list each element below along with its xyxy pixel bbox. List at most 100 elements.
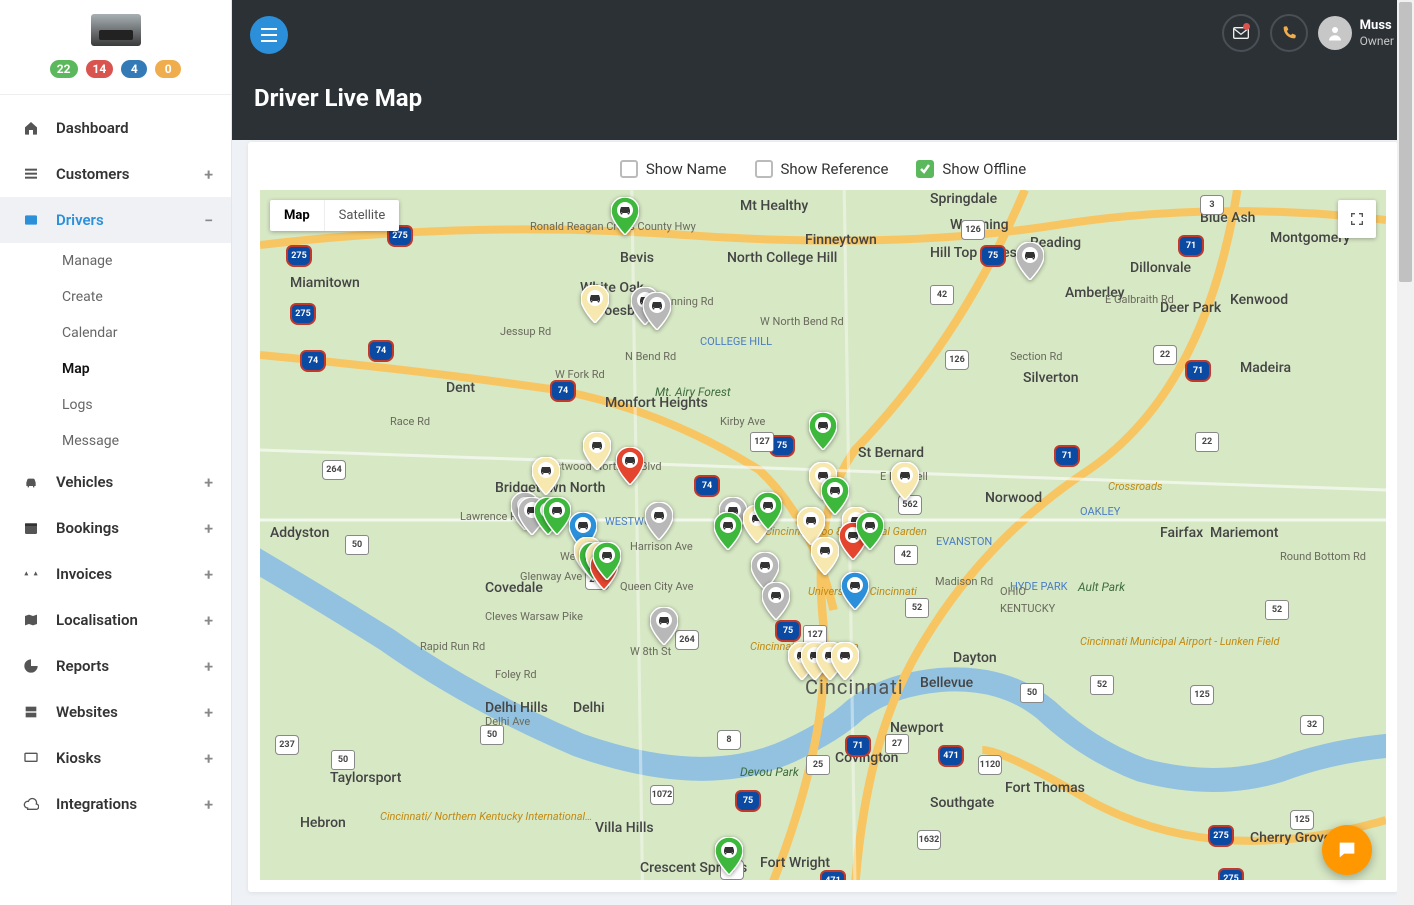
plus-icon: + (204, 795, 213, 814)
topbar: Muss Owner Driver Live Map (232, 0, 1414, 140)
nav-drivers-label: Drivers (56, 211, 104, 229)
nav-vehicles-label: Vehicles (56, 473, 113, 491)
chat-fab-button[interactable] (1322, 825, 1372, 875)
map-icon (20, 612, 42, 628)
driver-pin[interactable] (831, 642, 859, 680)
nav-integrations[interactable]: Integrations + (0, 781, 231, 827)
driver-pin[interactable] (650, 607, 678, 645)
checkbox-icon (755, 160, 773, 178)
sidebar-logo-wrap (0, 0, 231, 58)
map-type-toggle: Map Satellite (270, 200, 399, 231)
map-filter-row: Show Name Show Reference Show Offline (260, 160, 1386, 178)
user-name: Muss (1360, 18, 1394, 34)
driver-pin[interactable] (645, 502, 673, 540)
driver-pin[interactable] (811, 537, 839, 575)
nav-websites-label: Websites (56, 703, 118, 721)
driver-pin[interactable] (714, 512, 742, 550)
nav-invoices[interactable]: Invoices + (0, 551, 231, 597)
driver-pin[interactable] (532, 457, 560, 495)
status-badge-row: 22 14 4 0 (0, 58, 231, 95)
badge-pending[interactable]: 0 (155, 60, 181, 78)
driver-pin[interactable] (616, 447, 644, 485)
show-offline-checkbox[interactable]: Show Offline (916, 160, 1026, 178)
home-icon (20, 120, 42, 136)
nav-websites[interactable]: Websites + (0, 689, 231, 735)
messages-button[interactable] (1222, 14, 1260, 52)
show-name-label: Show Name (646, 160, 727, 178)
plus-icon: + (204, 473, 213, 492)
show-reference-checkbox[interactable]: Show Reference (755, 160, 889, 178)
nav-vehicles[interactable]: Vehicles + (0, 459, 231, 505)
nav-drivers-map[interactable]: Map (0, 351, 231, 387)
plus-icon: + (204, 703, 213, 722)
notification-dot-icon (1243, 23, 1250, 30)
show-name-checkbox[interactable]: Show Name (620, 160, 727, 178)
nav-drivers-logs[interactable]: Logs (0, 387, 231, 423)
nav-drivers-manage[interactable]: Manage (0, 243, 231, 279)
badge-busy[interactable]: 14 (86, 60, 114, 78)
driver-pin[interactable] (611, 197, 639, 235)
nav-drivers-message[interactable]: Message (0, 423, 231, 459)
id-card-icon (20, 212, 42, 228)
driver-pin[interactable] (1016, 242, 1044, 280)
driver-pin[interactable] (762, 582, 790, 620)
nav-bookings[interactable]: Bookings + (0, 505, 231, 551)
badge-online[interactable]: 22 (50, 60, 78, 78)
car-icon (20, 474, 42, 490)
driver-pin[interactable] (841, 572, 869, 610)
driver-pin[interactable] (715, 837, 743, 875)
map-type-satellite[interactable]: Satellite (324, 200, 400, 231)
driver-pin[interactable] (581, 285, 609, 323)
sidebar: 22 14 4 0 Dashboard Customers + Drivers … (0, 0, 232, 905)
user-menu[interactable]: Muss Owner (1318, 16, 1394, 50)
brand-logo[interactable] (91, 14, 141, 46)
nav-dashboard[interactable]: Dashboard (0, 105, 231, 151)
user-text: Muss Owner (1360, 18, 1394, 48)
calls-button[interactable] (1270, 14, 1308, 52)
map-canvas[interactable]: Mt HealthySpringdaleWyomingReadingBlue A… (260, 190, 1386, 880)
nav-bookings-label: Bookings (56, 519, 119, 537)
fullscreen-button[interactable] (1338, 200, 1376, 238)
driver-pin[interactable] (543, 497, 571, 535)
driver-pin[interactable] (809, 412, 837, 450)
driver-pin[interactable] (593, 542, 621, 580)
plus-icon: + (204, 611, 213, 630)
list-icon (20, 166, 42, 182)
plus-icon: + (204, 749, 213, 768)
driver-pin[interactable] (583, 432, 611, 470)
sidebar-nav: Dashboard Customers + Drivers − Manage C… (0, 95, 231, 827)
nav-drivers[interactable]: Drivers − (0, 197, 231, 243)
calendar-icon (20, 520, 42, 536)
nav-drivers-create[interactable]: Create (0, 279, 231, 315)
map-background: Mt HealthySpringdaleWyomingReadingBlue A… (260, 190, 1386, 880)
driver-pin[interactable] (856, 512, 884, 550)
plus-icon: + (204, 565, 213, 584)
nav-drivers-calendar[interactable]: Calendar (0, 315, 231, 351)
cloud-icon (20, 796, 42, 812)
nav-kiosks[interactable]: Kiosks + (0, 735, 231, 781)
scrollbar[interactable] (1397, 0, 1414, 905)
driver-pin[interactable] (891, 462, 919, 500)
driver-pin[interactable] (754, 492, 782, 530)
map-type-map[interactable]: Map (270, 200, 324, 231)
main: Muss Owner Driver Live Map Show Name Sho… (232, 0, 1414, 905)
nav-reports[interactable]: Reports + (0, 643, 231, 689)
checkbox-checked-icon (916, 160, 934, 178)
driver-pin[interactable] (643, 292, 671, 330)
minus-icon: − (204, 211, 213, 230)
nav-drivers-sub: Manage Create Calendar Map Logs Message (0, 243, 231, 459)
nav-kiosks-label: Kiosks (56, 749, 101, 767)
plus-icon: + (204, 519, 213, 538)
scrollbar-thumb[interactable] (1399, 2, 1412, 282)
nav-invoices-label: Invoices (56, 565, 112, 583)
badge-onjob[interactable]: 4 (121, 60, 147, 78)
nav-localisation[interactable]: Localisation + (0, 597, 231, 643)
plus-icon: + (204, 165, 213, 184)
nav-reports-label: Reports (56, 657, 109, 675)
page-title: Driver Live Map (254, 84, 422, 112)
nav-integrations-label: Integrations (56, 795, 137, 813)
nav-customers[interactable]: Customers + (0, 151, 231, 197)
menu-toggle-button[interactable] (250, 16, 288, 54)
pie-chart-icon (20, 658, 42, 674)
top-actions: Muss Owner (1222, 14, 1394, 52)
